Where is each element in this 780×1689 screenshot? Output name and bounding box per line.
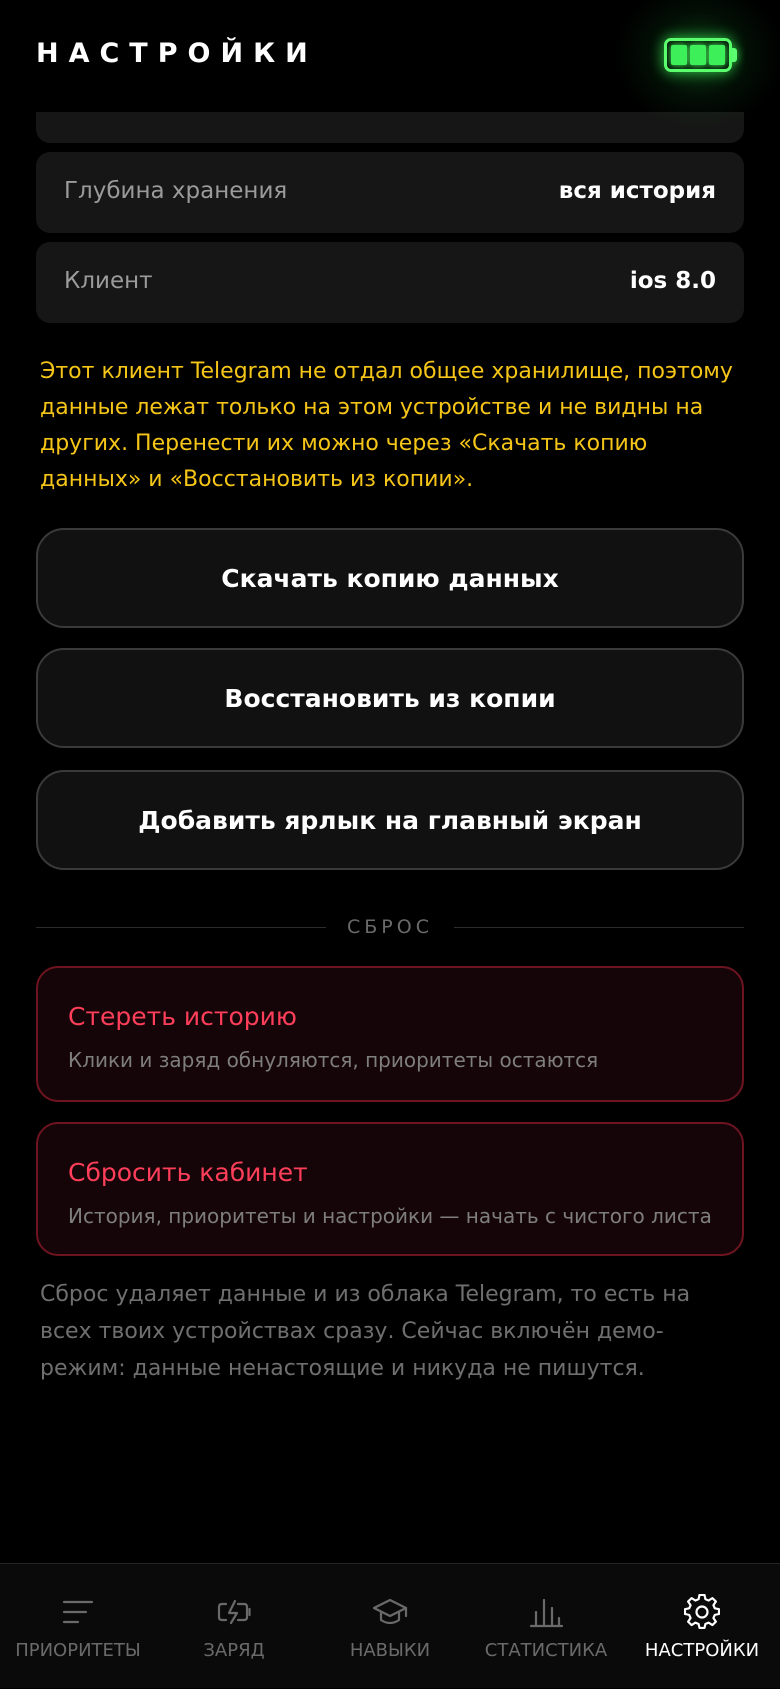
settings-screen: НАСТРОЙКИ Глубина хранения вся история К… bbox=[0, 0, 780, 1688]
info-row-client: Клиент ios 8.0 bbox=[36, 242, 744, 323]
info-row-storage-depth: Глубина хранения вся история bbox=[36, 152, 744, 233]
reset-note: Сброс удаляет данные и из облака Telegra… bbox=[40, 1282, 691, 1381]
clear-history-title: Стереть историю bbox=[68, 1002, 297, 1031]
divider-line bbox=[454, 927, 744, 928]
list-lines-icon bbox=[62, 1600, 94, 1624]
download-backup-button[interactable]: Скачать копию данных bbox=[36, 528, 744, 628]
battery-cell bbox=[690, 45, 706, 65]
info-row-value: вся история bbox=[558, 178, 716, 204]
nav-item-statistics[interactable]: СТАТИСТИКА bbox=[468, 1564, 624, 1689]
info-row-label: Клиент bbox=[64, 268, 153, 294]
reset-section-divider: СБРОС bbox=[36, 916, 744, 940]
nav-label: НАСТРОЙКИ bbox=[644, 1640, 760, 1661]
info-row-value: ios 8.0 bbox=[629, 268, 716, 294]
battery-full-icon bbox=[664, 38, 732, 72]
graduation-cap-icon bbox=[372, 1598, 408, 1625]
nav-item-charge[interactable]: ЗАРЯД bbox=[156, 1564, 312, 1689]
nav-item-skills[interactable]: НАВЫКИ bbox=[312, 1564, 468, 1689]
battery-nub bbox=[732, 48, 737, 62]
nav-label: СТАТИСТИКА bbox=[484, 1640, 608, 1661]
nav-label: ПРИОРИТЕТЫ bbox=[15, 1640, 141, 1661]
storage-notice: Этот клиент Telegram не отдал общее хран… bbox=[40, 359, 733, 492]
clear-history-button[interactable]: Стереть историю Клики и заряд обнуляются… bbox=[36, 966, 744, 1102]
restore-backup-button[interactable]: Восстановить из копии bbox=[36, 648, 744, 748]
bottom-nav: ПРИОРИТЕТЫ ЗАРЯД НАВЫКИ СТАТИСТИКА НАСТР… bbox=[0, 1563, 780, 1688]
nav-item-priorities[interactable]: ПРИОРИТЕТЫ bbox=[0, 1564, 156, 1689]
info-row-label: Глубина хранения bbox=[64, 178, 288, 204]
nav-label: НАВЫКИ bbox=[349, 1640, 431, 1661]
reset-cabinet-title: Сбросить кабинет bbox=[68, 1158, 308, 1187]
gear-icon bbox=[684, 1594, 720, 1629]
reset-cabinet-subtitle: История, приоритеты и настройки — начать… bbox=[68, 1204, 712, 1228]
battery-cell bbox=[709, 45, 725, 65]
header: НАСТРОЙКИ bbox=[0, 0, 780, 130]
nav-item-settings[interactable]: НАСТРОЙКИ bbox=[624, 1564, 780, 1689]
battery-charge-icon bbox=[217, 1599, 251, 1625]
bar-chart-icon bbox=[529, 1598, 564, 1628]
page-title: НАСТРОЙКИ bbox=[36, 38, 318, 69]
nav-label: ЗАРЯД bbox=[203, 1640, 265, 1661]
add-shortcut-button[interactable]: Добавить ярлык на главный экран bbox=[36, 770, 744, 870]
battery-cell bbox=[671, 45, 687, 65]
clear-history-subtitle: Клики и заряд обнуляются, приоритеты ост… bbox=[68, 1048, 599, 1072]
reset-cabinet-button[interactable]: Сбросить кабинет История, приоритеты и н… bbox=[36, 1122, 744, 1256]
